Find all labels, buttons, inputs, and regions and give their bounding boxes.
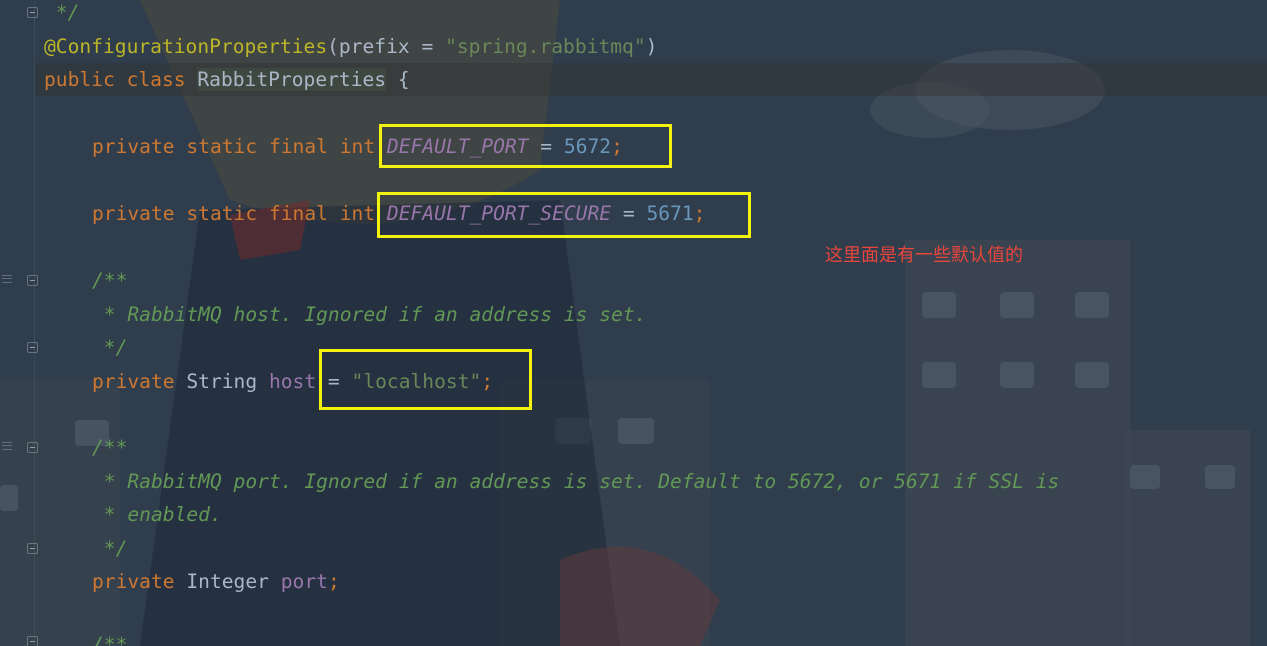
field-name: host bbox=[268, 370, 317, 393]
doc-comment: /** bbox=[92, 633, 128, 646]
keyword: private static final int bbox=[92, 202, 376, 225]
doc-comment: */ bbox=[92, 336, 128, 359]
type-name: String bbox=[186, 370, 269, 393]
fold-marker-icon[interactable] bbox=[27, 7, 38, 18]
keyword: private static final int bbox=[92, 135, 376, 158]
code-line[interactable]: /** bbox=[92, 628, 127, 646]
doc-comment: */ bbox=[44, 1, 80, 24]
code-line[interactable]: */ bbox=[44, 0, 80, 29]
fold-marker-icon[interactable] bbox=[27, 636, 38, 646]
doc-comment: * enabled. bbox=[92, 503, 222, 526]
doc-comment-icon[interactable] bbox=[2, 275, 12, 283]
code-line[interactable]: */ bbox=[92, 331, 128, 364]
code-line[interactable]: public class RabbitProperties { bbox=[44, 63, 410, 96]
highlight-box-default-port-secure bbox=[377, 192, 751, 238]
code-line[interactable]: */ bbox=[92, 532, 128, 565]
code-text: ) bbox=[645, 35, 658, 58]
code-text: ; bbox=[327, 570, 340, 593]
keyword: public class bbox=[44, 68, 198, 91]
fold-marker-icon[interactable] bbox=[27, 442, 38, 453]
highlight-box-default-port bbox=[379, 124, 672, 168]
code-editor[interactable]: */ @ConfigurationProperties(prefix = "sp… bbox=[0, 0, 1267, 646]
doc-comment: * RabbitMQ host. Ignored if an address i… bbox=[92, 303, 647, 326]
code-line[interactable]: * RabbitMQ port. Ignored if an address i… bbox=[92, 465, 1060, 498]
keyword: private bbox=[92, 370, 187, 393]
code-line[interactable]: private Integer port; bbox=[92, 565, 340, 598]
code-line[interactable]: /** bbox=[92, 431, 127, 464]
code-text: { bbox=[386, 68, 410, 91]
fold-marker-icon[interactable] bbox=[27, 342, 38, 353]
doc-comment: * RabbitMQ port. Ignored if an address i… bbox=[92, 470, 1060, 493]
editor-gutter bbox=[0, 0, 38, 646]
string-literal: "spring.rabbitmq" bbox=[445, 35, 646, 58]
code-line[interactable]: * enabled. bbox=[92, 498, 222, 531]
code-line[interactable]: @ConfigurationProperties(prefix = "sprin… bbox=[44, 30, 657, 63]
highlight-box-host-default bbox=[319, 349, 532, 410]
code-line[interactable]: /** bbox=[92, 264, 127, 297]
annotation: @ConfigurationProperties bbox=[44, 35, 328, 58]
code-text: (prefix = bbox=[327, 35, 446, 58]
doc-comment: */ bbox=[92, 537, 128, 560]
class-name: RabbitProperties bbox=[197, 68, 387, 91]
fold-marker-icon[interactable] bbox=[27, 275, 38, 286]
type-name: Integer bbox=[186, 570, 281, 593]
keyword: private bbox=[92, 570, 187, 593]
doc-comment: /** bbox=[92, 269, 128, 292]
annotation-note: 这里面是有一些默认值的 bbox=[825, 245, 1023, 266]
doc-comment-icon[interactable] bbox=[2, 442, 12, 450]
code-line[interactable]: * RabbitMQ host. Ignored if an address i… bbox=[92, 298, 647, 331]
field-name: port bbox=[280, 570, 328, 593]
fold-marker-icon[interactable] bbox=[27, 543, 38, 554]
doc-comment: /** bbox=[92, 436, 128, 459]
